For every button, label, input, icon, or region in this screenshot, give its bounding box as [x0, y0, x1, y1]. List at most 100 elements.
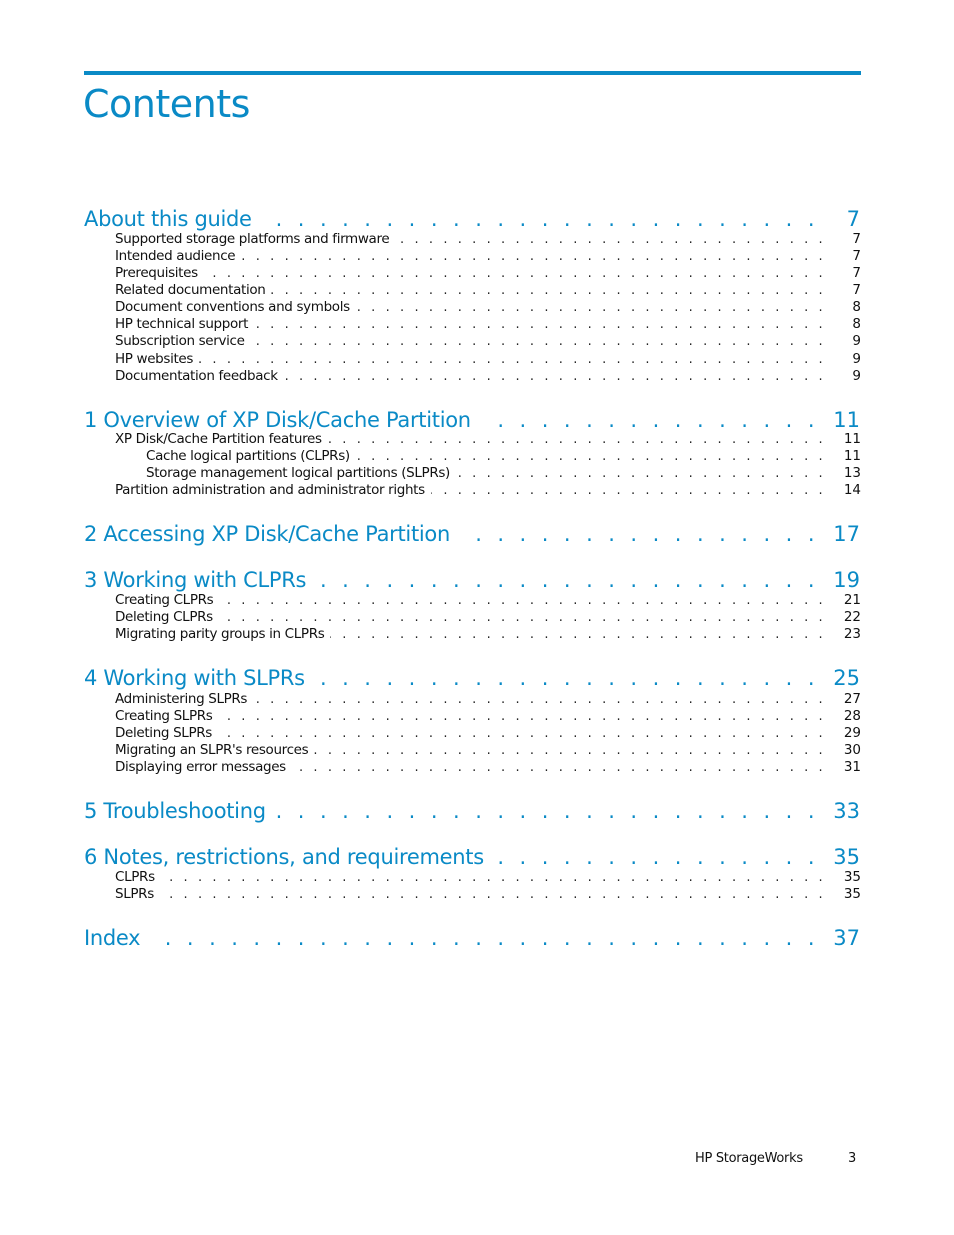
toc-entry-page-number[interactable]: 35	[844, 869, 861, 886]
toc-entry-label[interactable]: Intended audience	[115, 248, 236, 265]
toc-entry-label[interactable]: 2 Accessing XP Disk/Cache Partition	[84, 521, 450, 547]
toc-entry-page-number[interactable]: 33	[833, 798, 860, 824]
toc-entry-label[interactable]: Partition administration and administrat…	[115, 482, 425, 499]
toc-entry-page-number[interactable]: 23	[844, 626, 861, 643]
toc-entry-page-number[interactable]: 7	[852, 265, 861, 282]
toc-entry-page-number[interactable]: 7	[852, 282, 861, 299]
toc-entry-label[interactable]: Document conventions and symbols	[115, 299, 350, 316]
toc-section-entry[interactable]: Cache logical partitions (CLPRs)........…	[0, 448, 954, 465]
toc-entry-page-number[interactable]: 7	[847, 206, 860, 232]
toc-entry-label[interactable]: XP Disk/Cache Partition features	[115, 431, 322, 448]
toc-entry-label[interactable]: Prerequisites	[115, 265, 198, 282]
toc-chapter-entry[interactable]: 4 Working with SLPRs....................…	[0, 665, 954, 691]
toc-section-entry[interactable]: Migrating parity groups in CLPRs........…	[0, 626, 954, 643]
toc-entry-label[interactable]: SLPRs	[115, 886, 154, 903]
toc-entry-label[interactable]: 5 Troubleshooting	[84, 798, 266, 824]
toc-entry-page-number[interactable]: 7	[852, 248, 861, 265]
toc-entry-label[interactable]: Index	[84, 925, 141, 951]
toc-entry-page-number[interactable]: 22	[844, 609, 861, 626]
toc-entry-label[interactable]: Supported storage platforms and firmware	[115, 231, 390, 248]
toc-entry-page-number[interactable]: 37	[833, 925, 860, 951]
toc-entry-label[interactable]: HP websites	[115, 351, 193, 368]
toc-entry-page-number[interactable]: 11	[844, 431, 861, 448]
toc-entry-page-number[interactable]: 19	[833, 567, 860, 593]
toc-section-entry[interactable]: Migrating an SLPR's resources...........…	[0, 742, 954, 759]
toc-entry-label[interactable]: Storage management logical partitions (S…	[146, 465, 450, 482]
toc-section-entry[interactable]: XP Disk/Cache Partition features........…	[0, 431, 954, 448]
toc-section-entry[interactable]: Creating CLPRs..........................…	[0, 592, 954, 609]
toc-entry-label[interactable]: Deleting SLPRs	[115, 725, 212, 742]
toc-section-entry[interactable]: HP technical support....................…	[0, 316, 954, 333]
toc-entry-label[interactable]: 1 Overview of XP Disk/Cache Partition	[84, 407, 471, 433]
toc-entry-label[interactable]: Displaying error messages	[115, 759, 286, 776]
toc-entry-label[interactable]: Subscription service	[115, 333, 245, 350]
toc-entry-page-number[interactable]: 9	[852, 368, 861, 385]
toc-entry-label[interactable]: 3 Working with CLPRs	[84, 567, 306, 593]
toc-section-entry[interactable]: Partition administration and administrat…	[0, 482, 954, 499]
toc-section-entry[interactable]: Displaying error messages...............…	[0, 759, 954, 776]
toc-entry-page-number[interactable]: 8	[852, 316, 861, 333]
toc-entry-label[interactable]: Migrating parity groups in CLPRs	[115, 626, 325, 643]
toc-entry-page-number[interactable]: 35	[833, 844, 860, 870]
toc-entry-page-number[interactable]: 27	[844, 691, 861, 708]
toc-entry-label[interactable]: Documentation feedback	[115, 368, 278, 385]
toc-entry-label[interactable]: Cache logical partitions (CLPRs)	[146, 448, 350, 465]
toc-entry-page-number[interactable]: 11	[833, 407, 860, 433]
toc-section-entry[interactable]: Documentation feedback..................…	[0, 368, 954, 385]
toc-entry-page-number[interactable]: 13	[844, 465, 861, 482]
page-title: Contents	[83, 82, 250, 126]
toc-entry-label[interactable]: Deleting CLPRs	[115, 609, 213, 626]
toc-section-entry[interactable]: Document conventions and symbols........…	[0, 299, 954, 316]
toc-section-entry[interactable]: Deleting SLPRs..........................…	[0, 725, 954, 742]
toc-entry-label[interactable]: Migrating an SLPR's resources	[115, 742, 309, 759]
toc-section-entry[interactable]: Storage management logical partitions (S…	[0, 465, 954, 482]
toc-chapter-entry[interactable]: 1 Overview of XP Disk/Cache Partition...…	[0, 407, 954, 433]
toc-section-entry[interactable]: Prerequisites...........................…	[0, 265, 954, 282]
toc-section-entry[interactable]: Creating SLPRs..........................…	[0, 708, 954, 725]
toc-entry-page-number[interactable]: 28	[844, 708, 861, 725]
toc-chapter-entry[interactable]: 6 Notes, restrictions, and requirements.…	[0, 844, 954, 870]
toc-entry-page-number[interactable]: 35	[844, 886, 861, 903]
toc-entry-page-number[interactable]: 17	[833, 521, 860, 547]
toc-entry-page-number[interactable]: 21	[844, 592, 861, 609]
toc-chapter-entry[interactable]: About this guide........................…	[0, 206, 954, 232]
toc-section-entry[interactable]: Supported storage platforms and firmware…	[0, 231, 954, 248]
toc-entry-page-number[interactable]: 9	[852, 351, 861, 368]
toc-entry-label[interactable]: About this guide	[84, 206, 252, 232]
toc-chapter-entry[interactable]: 3 Working with CLPRs....................…	[0, 567, 954, 593]
toc-section-entry[interactable]: Intended audience.......................…	[0, 248, 954, 265]
dot-leader: ........................................…	[219, 593, 833, 608]
toc-entry-label[interactable]: Creating SLPRs	[115, 708, 213, 725]
dot-leader: ........................................…	[160, 887, 833, 902]
toc-entry-label[interactable]: Creating CLPRs	[115, 592, 214, 609]
toc-entry-page-number[interactable]: 29	[844, 725, 861, 742]
toc-entry-label[interactable]: Administering SLPRs	[115, 691, 247, 708]
toc-entry-page-number[interactable]: 9	[852, 333, 861, 350]
toc-section-entry[interactable]: SLPRs...................................…	[0, 886, 954, 903]
toc-entry-label[interactable]: Related documentation	[115, 282, 266, 299]
toc-entry-page-number[interactable]: 31	[844, 759, 861, 776]
toc-section-entry[interactable]: HP websites.............................…	[0, 351, 954, 368]
toc-entry-label[interactable]: CLPRs	[115, 869, 155, 886]
toc-section-entry[interactable]: Deleting CLPRs..........................…	[0, 609, 954, 626]
toc-entry-page-number[interactable]: 7	[852, 231, 861, 248]
toc-entry-page-number[interactable]: 14	[844, 482, 861, 499]
footer-product-name: HP StorageWorks	[695, 1151, 803, 1166]
toc-section-entry[interactable]: Related documentation...................…	[0, 282, 954, 299]
toc-section-entry[interactable]: Administering SLPRs.....................…	[0, 691, 954, 708]
toc-entry-page-number[interactable]: 8	[852, 299, 861, 316]
toc-entry-label[interactable]: 4 Working with SLPRs	[84, 665, 305, 691]
dot-leader: ........................................…	[161, 870, 833, 885]
toc-entry-label[interactable]: HP technical support	[115, 316, 248, 333]
dot-leader: ........................................…	[284, 369, 833, 384]
toc-entry-page-number[interactable]: 11	[844, 448, 861, 465]
toc-entry-page-number[interactable]: 30	[844, 742, 861, 759]
toc-chapter-entry[interactable]: 2 Accessing XP Disk/Cache Partition.....…	[0, 521, 954, 547]
toc-section-entry[interactable]: CLPRs...................................…	[0, 869, 954, 886]
toc-chapter-entry[interactable]: Index...................................…	[0, 925, 954, 951]
toc-entry-page-number[interactable]: 25	[833, 665, 860, 691]
dot-leader: ........................................…	[330, 627, 833, 642]
toc-entry-label[interactable]: 6 Notes, restrictions, and requirements	[84, 844, 484, 870]
toc-chapter-entry[interactable]: 5 Troubleshooting.......................…	[0, 798, 954, 824]
toc-section-entry[interactable]: Subscription service....................…	[0, 333, 954, 350]
